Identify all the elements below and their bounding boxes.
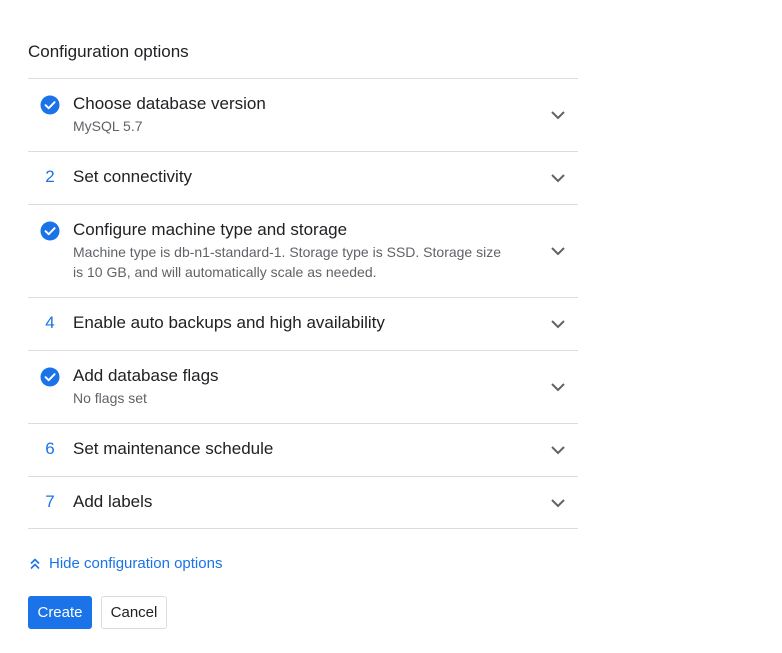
row-summary: Machine type is db-n1-standard-1. Storag…: [73, 244, 501, 280]
row-label: Choose database version: [73, 94, 266, 113]
check-circle-icon: [40, 95, 60, 115]
section-title: Configuration options: [28, 42, 189, 61]
chevron-down-icon[interactable]: [548, 168, 568, 188]
configuration-list: Choose database version MySQL 5.7 2 Set …: [28, 78, 578, 529]
row-summary: No flags set: [73, 390, 147, 406]
check-circle-icon: [40, 221, 60, 241]
hide-configuration-label: Hide configuration options: [49, 555, 223, 572]
check-circle-icon: [40, 367, 60, 387]
step-number: 2: [45, 167, 55, 186]
chevron-down-icon[interactable]: [548, 314, 568, 334]
hide-configuration-link[interactable]: Hide configuration options: [28, 555, 222, 572]
step-number: 4: [45, 313, 55, 332]
config-row-backups[interactable]: 4 Enable auto backups and high availabil…: [28, 298, 578, 351]
row-label: Configure machine type and storage: [73, 220, 348, 239]
config-row-machine-type[interactable]: Configure machine type and storage Machi…: [28, 205, 578, 298]
row-label: Set connectivity: [73, 167, 193, 186]
row-summary: MySQL 5.7: [73, 118, 143, 134]
config-row-maintenance[interactable]: 6 Set maintenance schedule: [28, 424, 578, 477]
cancel-button[interactable]: Cancel: [101, 596, 167, 629]
config-row-database-version[interactable]: Choose database version MySQL 5.7: [28, 79, 578, 152]
row-label: Set maintenance schedule: [73, 439, 274, 458]
chevron-down-icon[interactable]: [548, 105, 568, 125]
chevron-double-up-icon: [30, 557, 40, 569]
chevron-down-icon[interactable]: [548, 241, 568, 261]
config-row-connectivity[interactable]: 2 Set connectivity: [28, 152, 578, 205]
chevron-down-icon[interactable]: [548, 377, 568, 397]
config-row-labels[interactable]: 7 Add labels: [28, 477, 578, 529]
chevron-down-icon[interactable]: [548, 493, 568, 513]
row-label: Add labels: [73, 492, 153, 511]
row-label: Add database flags: [73, 366, 219, 385]
chevron-down-icon[interactable]: [548, 440, 568, 460]
step-number: 7: [45, 492, 55, 511]
step-number: 6: [45, 439, 55, 458]
create-button[interactable]: Create: [28, 596, 92, 629]
config-row-database-flags[interactable]: Add database flags No flags set: [28, 351, 578, 424]
row-label: Enable auto backups and high availabilit…: [73, 313, 385, 332]
